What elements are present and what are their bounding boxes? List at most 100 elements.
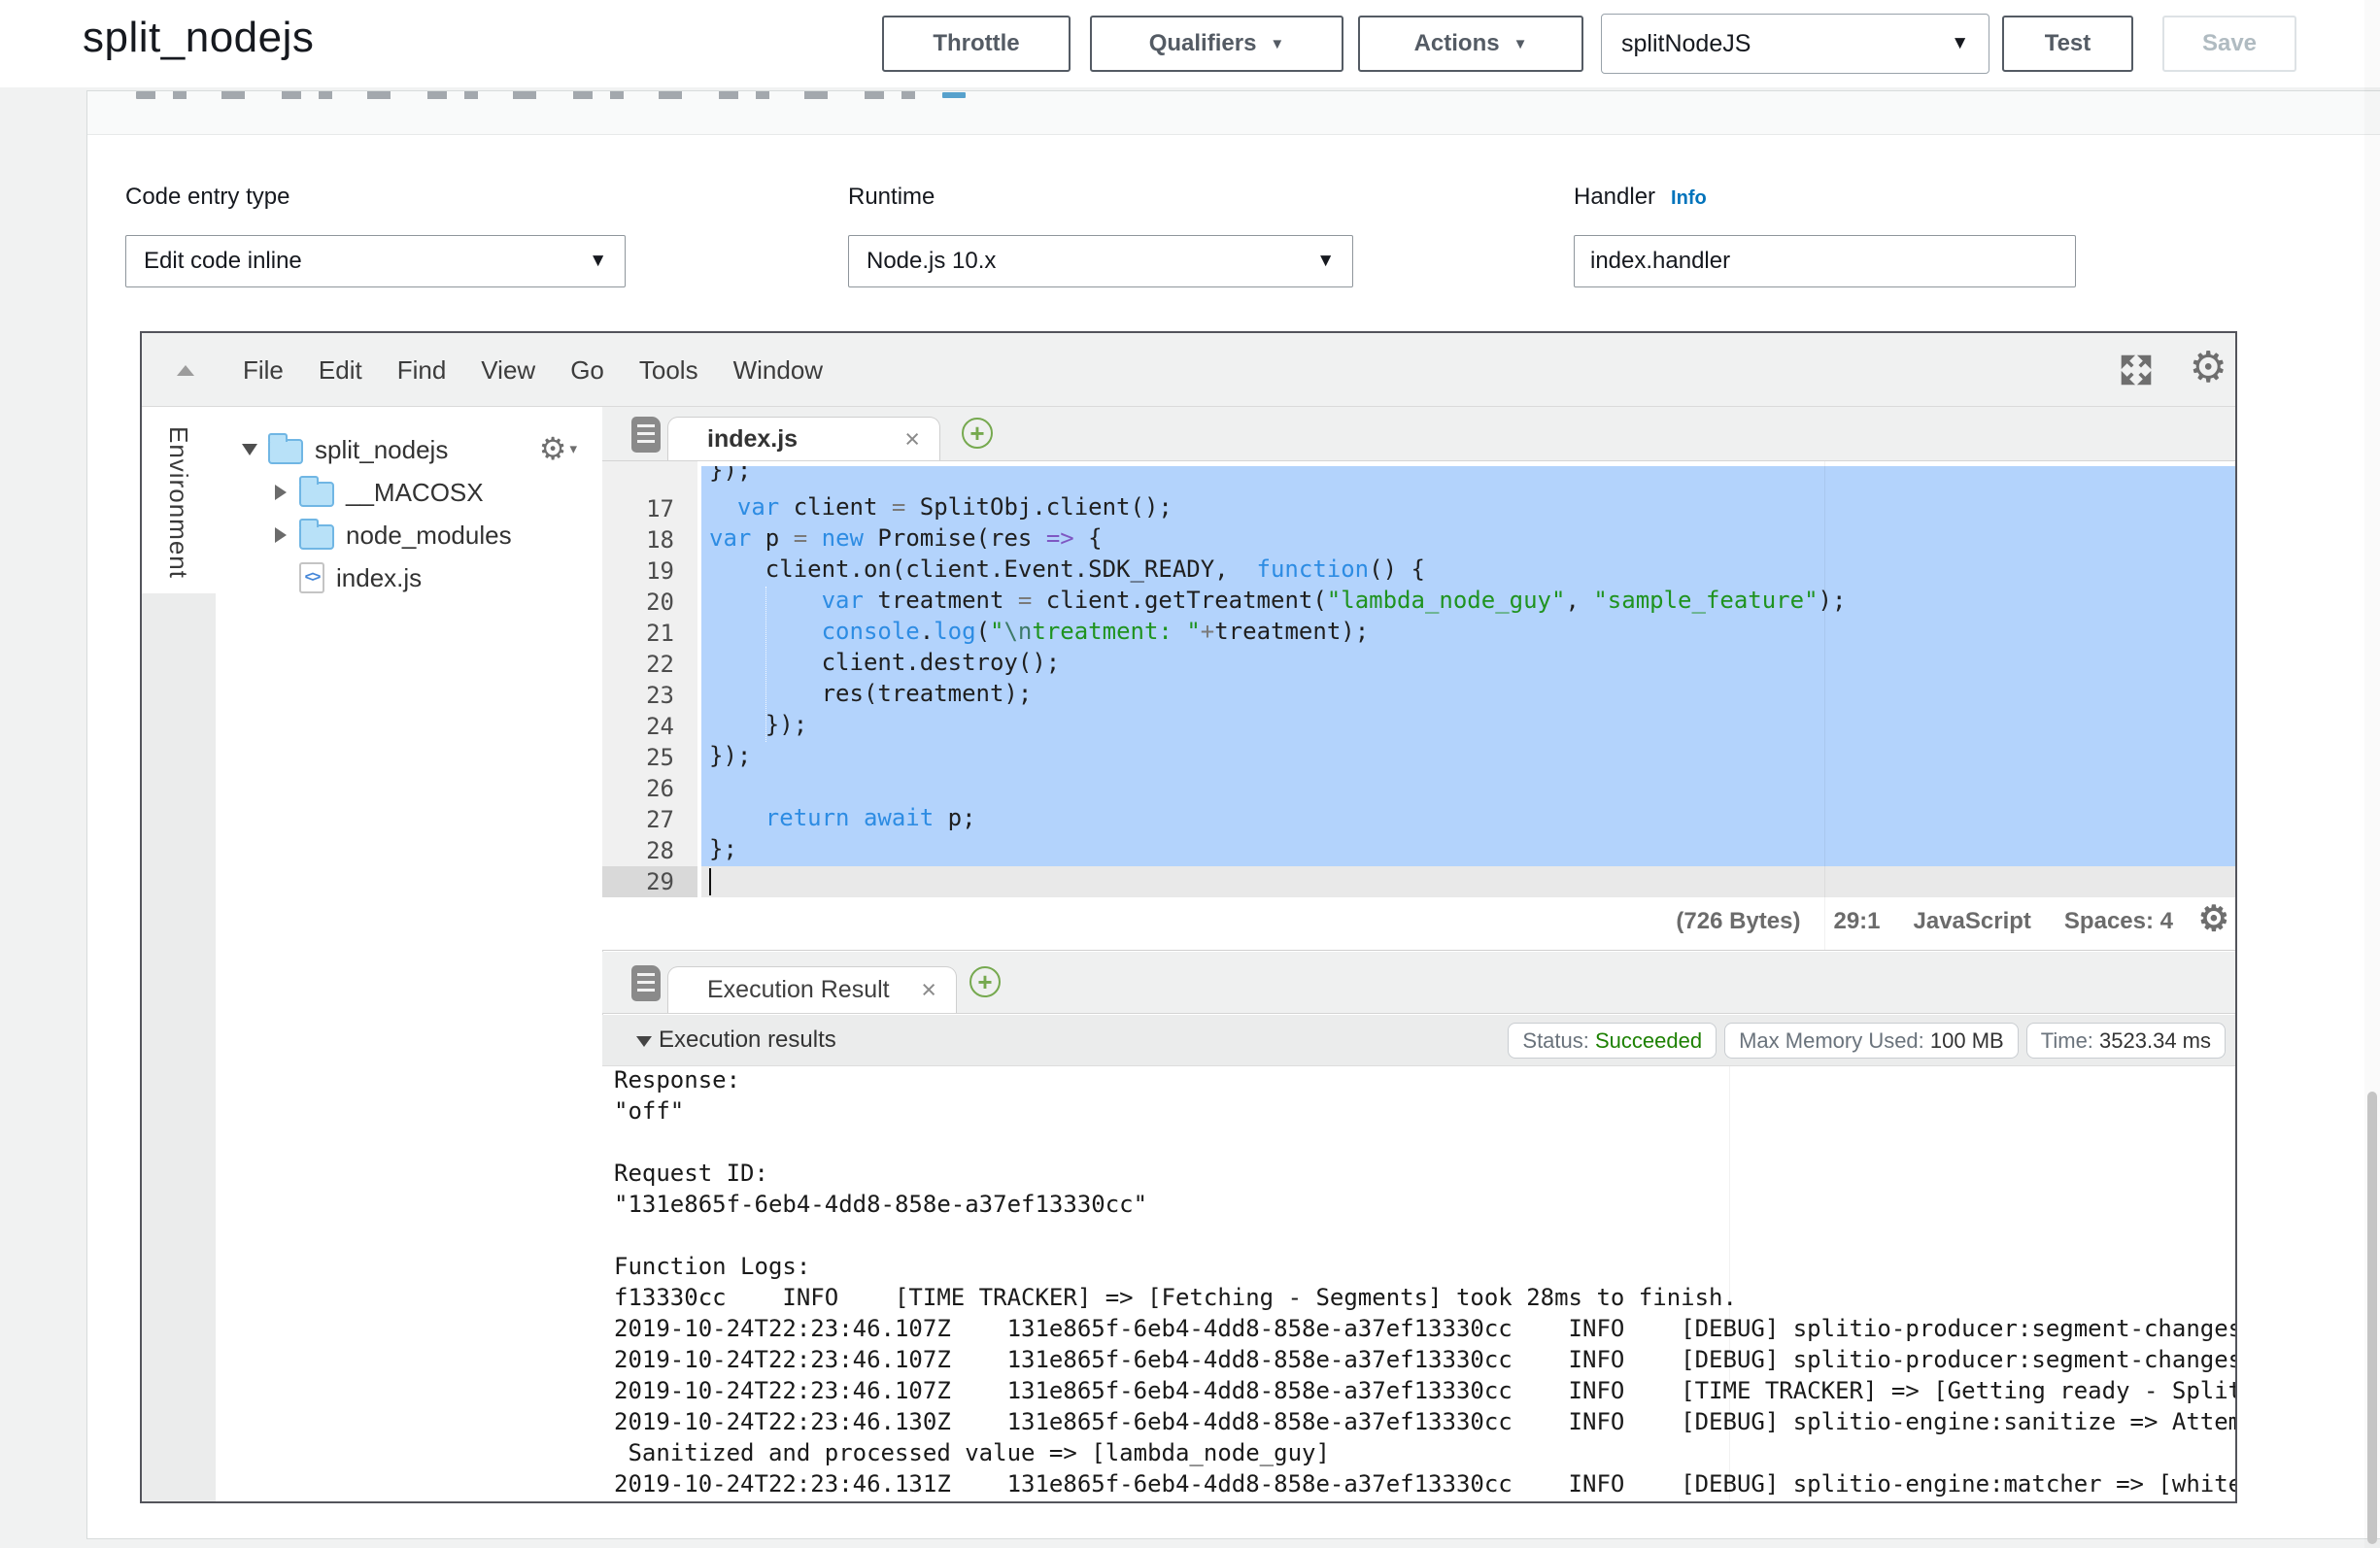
- fullscreen-icon[interactable]: [2119, 353, 2154, 387]
- line-number: 19: [602, 555, 697, 587]
- line-number: 26: [602, 773, 697, 804]
- spaces-status[interactable]: Spaces: 4: [2064, 908, 2173, 935]
- log-line: Sanitized and processed value => [lambda…: [614, 1439, 1330, 1470]
- line-number: 23: [602, 680, 697, 711]
- status-badge: Status: Succeeded: [1508, 1023, 1717, 1059]
- test-label: Test: [2045, 30, 2091, 57]
- active-line-highlight: [701, 866, 2235, 897]
- throttle-label: Throttle: [933, 30, 1019, 57]
- editor-settings-gear-icon[interactable]: ⚙: [2190, 347, 2227, 389]
- caret-down-icon: ▼: [589, 251, 607, 272]
- cursor-position-status[interactable]: 29:1: [1833, 908, 1880, 935]
- text-cursor: [709, 868, 711, 895]
- line-number: 22: [602, 649, 697, 680]
- caret-down-icon: ▼: [1513, 36, 1528, 52]
- qualifiers-label: Qualifiers: [1149, 30, 1257, 57]
- handler-info-link[interactable]: Info: [1671, 187, 1707, 210]
- execution-results-label[interactable]: Execution results: [659, 1026, 836, 1054]
- log-line: Response:: [614, 1066, 740, 1097]
- line-number: 28: [602, 835, 697, 866]
- js-file-icon: <>: [299, 562, 324, 593]
- code-line-27: return await p;: [709, 804, 976, 835]
- tab-list-icon[interactable]: [631, 965, 661, 1001]
- code-editor-area[interactable]: }); 17181920212223242526272829 var clien…: [602, 461, 2235, 950]
- code-line-17: var client = SplitObj.client();: [709, 493, 1173, 524]
- page-scrollbar[interactable]: [2364, 0, 2380, 1548]
- log-line: "131e865f-6eb4-4dd8-858e-a37ef13330cc": [614, 1191, 1147, 1222]
- tab-list-icon[interactable]: [631, 417, 661, 453]
- log-line: 2019-10-24T22:23:46.107Z 131e865f-6eb4-4…: [614, 1346, 2235, 1377]
- line-number: 24: [602, 711, 697, 742]
- log-line: 2019-10-24T22:23:46.131Z 131e865f-6eb4-4…: [614, 1470, 2235, 1501]
- save-label: Save: [2202, 30, 2257, 57]
- log-line: 2019-10-24T22:23:46.130Z 131e865f-6eb4-4…: [614, 1408, 2235, 1439]
- expanded-twisty-icon[interactable]: [241, 444, 258, 455]
- clipped-link-remnant: [942, 92, 966, 98]
- tree-row-macosx[interactable]: __MACOSX: [216, 471, 602, 514]
- environment-tab-label: Environment: [163, 426, 193, 579]
- menu-item-find[interactable]: Find: [397, 355, 447, 386]
- page-scrollbar-thumb[interactable]: [2367, 1092, 2377, 1544]
- code-entry-type-value: Edit code inline: [144, 248, 302, 275]
- menu-item-go[interactable]: Go: [570, 355, 604, 386]
- qualifiers-button[interactable]: Qualifiers ▼: [1090, 16, 1343, 72]
- caret-down-icon: ▼: [1316, 251, 1335, 272]
- language-status[interactable]: JavaScript: [1914, 908, 2031, 935]
- collapsed-twisty-icon[interactable]: [272, 485, 289, 500]
- clipped-section-header: [87, 91, 2380, 135]
- code-entry-type-select[interactable]: Edit code inline ▼: [125, 235, 626, 287]
- tree-label: index.js: [336, 563, 422, 593]
- code-line-25: });: [709, 742, 751, 773]
- results-tabbar: Execution Result × +: [602, 952, 2235, 1014]
- page-title: split_nodejs: [83, 14, 314, 62]
- menu-item-window[interactable]: Window: [733, 355, 823, 386]
- code-line-19: client.on(client.Event.SDK_READY, functi…: [709, 555, 1425, 587]
- menu-item-tools[interactable]: Tools: [639, 355, 698, 386]
- tree-label: node_modules: [346, 521, 512, 551]
- collapsed-twisty-icon[interactable]: [272, 527, 289, 543]
- menu-item-file[interactable]: File: [243, 355, 284, 386]
- tree-settings-gear-icon[interactable]: ⚙▾: [539, 433, 577, 464]
- page-header: split_nodejs Throttle Qualifiers ▼ Actio…: [0, 0, 2380, 87]
- menu-item-view[interactable]: View: [481, 355, 535, 386]
- runtime-select[interactable]: Node.js 10.x ▼: [848, 235, 1353, 287]
- menu-item-edit[interactable]: Edit: [319, 355, 362, 386]
- new-tab-plus-icon[interactable]: +: [962, 418, 993, 449]
- execution-log[interactable]: Response:"off"Request ID:"131e865f-6eb4-…: [602, 1066, 2235, 1501]
- actions-button[interactable]: Actions ▼: [1358, 16, 1583, 72]
- statusbar-gear-icon[interactable]: ⚙: [2198, 901, 2229, 936]
- environment-tab[interactable]: Environment: [142, 407, 216, 593]
- tree-row-node-modules[interactable]: node_modules: [216, 514, 602, 556]
- tab-index-js[interactable]: index.js ×: [667, 417, 940, 460]
- editor-statusbar: (726 Bytes) 29:1 JavaScript Spaces: 4 ⚙: [602, 895, 2235, 948]
- execution-results-header: Execution results Status: SucceededMax M…: [602, 1015, 2235, 1066]
- tree-row-split-nodejs[interactable]: split_nodejs⚙▾: [216, 428, 602, 471]
- code-line-24: });: [709, 711, 807, 742]
- new-tab-plus-icon[interactable]: +: [969, 966, 1001, 997]
- max-memory-badge: Max Memory Used: 100 MB: [1724, 1023, 2019, 1059]
- runtime-label: Runtime: [848, 184, 935, 211]
- code-line-18: var p = new Promise(res => {: [709, 524, 1103, 555]
- tree-row-index-js[interactable]: <> index.js: [216, 556, 602, 599]
- tab-index-js-label: index.js: [707, 425, 798, 454]
- alias-select[interactable]: splitNodeJS ▼: [1601, 14, 1989, 74]
- close-tab-icon[interactable]: ×: [904, 426, 920, 453]
- editor-console-divider[interactable]: [602, 950, 2235, 951]
- time-badge: Time: 3523.34 ms: [2026, 1023, 2226, 1059]
- file-tree: split_nodejs⚙▾__MACOSX node_modules <> inde…: [216, 407, 602, 1501]
- indent-guide: [765, 587, 766, 742]
- line-number: 27: [602, 804, 697, 835]
- throttle-button[interactable]: Throttle: [882, 16, 1071, 72]
- close-tab-icon[interactable]: ×: [921, 977, 936, 1003]
- handler-input[interactable]: [1574, 235, 2076, 287]
- save-button-disabled[interactable]: Save: [2162, 16, 2296, 72]
- code-line-20: var treatment = client.getTreatment("lam…: [709, 587, 1846, 618]
- test-button[interactable]: Test: [2002, 16, 2133, 72]
- caret-down-icon: ▼: [1270, 36, 1284, 52]
- alias-select-value: splitNodeJS: [1621, 30, 1751, 58]
- tab-execution-result[interactable]: Execution Result ×: [667, 966, 957, 1013]
- collapse-menubar-icon[interactable]: [177, 365, 194, 376]
- editor-menu: File Edit Find View Go Tools Window: [243, 333, 823, 407]
- line-number: 18: [602, 524, 697, 555]
- collapse-results-icon[interactable]: [636, 1036, 652, 1047]
